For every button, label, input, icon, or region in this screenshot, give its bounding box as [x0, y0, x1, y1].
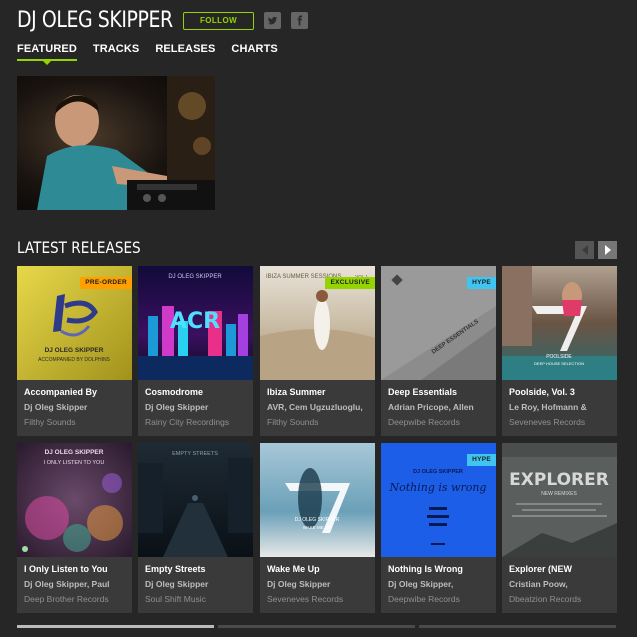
release-label[interactable]: Deep Brother Records: [24, 594, 128, 604]
carousel-arrows: [571, 241, 617, 259]
release-art-text: POOLSIDE: [546, 354, 572, 360]
pager-dot-1[interactable]: [17, 625, 214, 628]
release-tag-badge: EXCLUSIVE: [325, 277, 375, 289]
release-tag-badge: PRE-ORDER: [80, 277, 132, 289]
release-art-text: DJ OLEG SKIPPER: [45, 449, 104, 456]
artist-name: DJ OLEG SKIPPER: [17, 8, 173, 33]
release-art-subtext: I ONLY LISTEN TO YOU: [44, 460, 105, 466]
release-label[interactable]: Rainy City Recordings: [145, 417, 249, 427]
release-card[interactable]: EMPTY STREETS Empty Streets Dj Oleg Skip…: [138, 443, 253, 613]
release-card[interactable]: EXPLORER NEW REMIXES Explorer (NEW Crist…: [502, 443, 617, 613]
tab-charts[interactable]: CHARTS: [231, 43, 277, 55]
release-art-text: DJ OLEG SKIPPER: [295, 517, 340, 523]
release-art-subtext: NEW REMIXES: [541, 491, 577, 497]
release-tag-badge: HYPE: [467, 454, 496, 466]
twitter-icon[interactable]: [264, 12, 281, 29]
svg-text:ACR: ACR: [170, 309, 220, 334]
release-card[interactable]: DJ OLEG SKIPPER ACCOMPANIED BY DOLPHINS …: [17, 266, 132, 436]
release-artists[interactable]: Adrian Pricope, Allen: [388, 402, 492, 412]
release-label[interactable]: Deepwibe Records: [388, 594, 492, 604]
release-artwork: ACR DJ OLEG SKIPPER: [138, 266, 253, 380]
release-art-subtext: WAKE ME UP: [303, 525, 332, 530]
release-title[interactable]: Poolside, Vol. 3: [509, 387, 613, 397]
pager-dot-3[interactable]: [419, 625, 616, 628]
release-label[interactable]: Soul Shift Music: [145, 594, 249, 604]
release-title[interactable]: Explorer (NEW: [509, 564, 613, 574]
release-artwork: EMPTY STREETS: [138, 443, 253, 557]
release-artists[interactable]: Le Roy, Hofmann &: [509, 402, 613, 412]
artist-nav: FEATURED TRACKS RELEASES CHARTS: [17, 43, 294, 65]
release-art-subtext: DEEP HOUSE SELECTION: [534, 361, 584, 366]
latest-releases-heading: LATEST RELEASES: [17, 238, 141, 257]
release-card[interactable]: DJ OLEG SKIPPER WAKE ME UP Wake Me Up Dj…: [260, 443, 375, 613]
release-card[interactable]: DJ OLEG SKIPPER I ONLY LISTEN TO YOU I O…: [17, 443, 132, 613]
carousel-pager: [17, 625, 620, 628]
release-artists[interactable]: Dj Oleg Skipper: [267, 579, 371, 589]
release-art-text: DJ OLEG SKIPPER: [45, 347, 104, 354]
carousel-prev-button[interactable]: [575, 241, 594, 259]
release-card[interactable]: DJ OLEG SKIPPER Nothing is wrong HYPE No…: [381, 443, 496, 613]
release-title[interactable]: Cosmodrome: [145, 387, 249, 397]
follow-button[interactable]: FOLLOW: [183, 11, 254, 30]
release-artwork: DJ OLEG SKIPPER I ONLY LISTEN TO YOU: [17, 443, 132, 557]
release-label[interactable]: Filthy Sounds: [24, 417, 128, 427]
release-artwork: EXPLORER NEW REMIXES: [502, 443, 617, 557]
chevron-left-icon: [581, 245, 588, 255]
release-title[interactable]: Nothing Is Wrong: [388, 564, 492, 574]
release-title[interactable]: I Only Listen to You: [24, 564, 128, 574]
release-card[interactable]: IBIZA SUMMER SESSIONS VOL.1 EXCLUSIVE Ib…: [260, 266, 375, 436]
featured-artist-photo[interactable]: [17, 76, 215, 210]
release-label[interactable]: Seveneves Records: [267, 594, 371, 604]
carousel-next-button[interactable]: [598, 241, 617, 259]
release-art-subtext: Nothing is wrong: [389, 481, 487, 494]
release-label[interactable]: Seveneves Records: [509, 417, 613, 427]
release-art-text: EXPLORER: [509, 470, 609, 490]
artist-header: DJ OLEG SKIPPER FOLLOW: [17, 8, 308, 33]
release-label[interactable]: Filthy Sounds: [267, 417, 371, 427]
release-artists[interactable]: Dj Oleg Skipper: [24, 402, 128, 412]
release-artists[interactable]: Cristian Poow,: [509, 579, 613, 589]
tab-releases[interactable]: RELEASES: [155, 43, 215, 55]
release-title[interactable]: Ibiza Summer: [267, 387, 371, 397]
release-title[interactable]: Empty Streets: [145, 564, 249, 574]
release-title[interactable]: Deep Essentials: [388, 387, 492, 397]
tab-tracks[interactable]: TRACKS: [93, 43, 139, 55]
release-art-text: EMPTY STREETS: [172, 451, 218, 457]
chevron-right-icon: [604, 245, 611, 255]
release-artwork: POOLSIDE DEEP HOUSE SELECTION: [502, 266, 617, 380]
release-title[interactable]: Wake Me Up: [267, 564, 371, 574]
release-art-text: DJ OLEG SKIPPER: [168, 274, 222, 280]
tab-featured[interactable]: FEATURED: [17, 43, 77, 65]
pager-dot-2[interactable]: [218, 625, 415, 628]
release-card[interactable]: ACR DJ OLEG SKIPPER Cosmodrome Dj Oleg S…: [138, 266, 253, 436]
release-label[interactable]: Deepwibe Records: [388, 417, 492, 427]
release-artists[interactable]: Dj Oleg Skipper: [145, 402, 249, 412]
release-artists[interactable]: Dj Oleg Skipper: [145, 579, 249, 589]
release-art-subtext: ACCOMPANIED BY DOLPHINS: [38, 357, 110, 363]
release-artwork: DJ OLEG SKIPPER WAKE ME UP: [260, 443, 375, 557]
release-artists[interactable]: AVR, Cem Ugzuzluoglu,: [267, 402, 371, 412]
release-artists[interactable]: Dj Oleg Skipper, Paul: [24, 579, 128, 589]
release-label[interactable]: Dbeatzion Records: [509, 594, 613, 604]
release-title[interactable]: Accompanied By: [24, 387, 128, 397]
release-card[interactable]: POOLSIDE DEEP HOUSE SELECTION Poolside, …: [502, 266, 617, 436]
release-art-text: DJ OLEG SKIPPER: [413, 469, 463, 475]
release-artists[interactable]: Dj Oleg Skipper,: [388, 579, 492, 589]
release-card[interactable]: DEEP ESSENTIALS HYPE Deep Essentials Adr…: [381, 266, 496, 436]
facebook-icon[interactable]: [291, 12, 308, 29]
release-tag-badge: HYPE: [467, 277, 496, 289]
